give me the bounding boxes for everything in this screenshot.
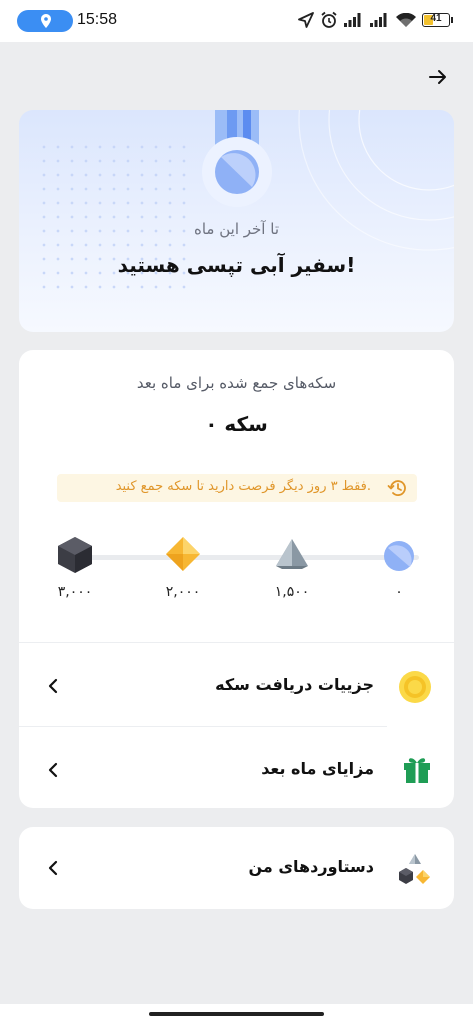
milestone-label: ۱,۵۰۰ [274,584,310,600]
my-achievements-row[interactable]: دستاوردهای من [19,838,454,898]
milestone-label: ۳,۰۰۰ [57,584,93,600]
chevron-left-icon [48,678,58,694]
blue-medal-icon [202,110,272,207]
time-left-notice: فقط ۳ روز دیگر فرصت دارید تا سکه جمع کنی… [57,474,417,502]
milestone-progress-track [79,555,419,560]
notice-text: فقط ۳ روز دیگر فرصت دارید تا سکه جمع کنی… [115,479,371,494]
history-clock-icon [387,480,406,496]
clock: 15:58 [77,11,118,28]
divider [19,726,387,727]
location-pill[interactable] [17,10,73,32]
battery-icon: 41 [422,13,450,27]
divider [19,642,454,643]
status-bar: 15:58 41 [0,0,473,42]
alarm-icon [321,11,337,28]
coin-details-label: جزییات دریافت سکه [215,675,374,694]
hero-subtitle: تا آخر این ماه [194,220,279,238]
hero-title: سفیر آبی تپسی هستید! [117,253,356,277]
milestone-label: ۰ [395,584,403,600]
gold-coin-icon [399,671,431,703]
coins-subtitle: سکه‌های جمع شده برای ماه بعد [136,374,337,392]
status-hero-card: تا آخر این ماه سفیر آبی تپسی هستید! [19,110,454,332]
dark-hexagon-badge-icon [58,537,92,573]
location-icon [41,14,51,28]
home-indicator[interactable] [149,1012,324,1016]
signal-icon [344,13,361,27]
navigation-arrow-icon [298,12,314,28]
coins-card: سکه‌های جمع شده برای ماه بعد ۰ سکه فقط ۳… [19,350,454,808]
badges-icon [399,854,430,884]
wifi-icon [396,12,416,27]
next-month-benefits-row[interactable]: مزایای ماه بعد [19,740,454,800]
arrow-right-icon[interactable] [427,66,449,88]
silver-pyramid-badge-icon [276,539,308,569]
battery-level: 41 [430,13,442,24]
next-month-benefits-label: مزایای ماه بعد [261,759,374,778]
chevron-left-icon [48,762,58,778]
coins-count: ۰ سکه [205,412,268,436]
coin-details-row[interactable]: جزییات دریافت سکه [19,656,454,716]
blue-circle-badge-icon [384,541,414,571]
my-achievements-card[interactable]: دستاوردهای من [19,827,454,909]
gift-icon [404,758,430,783]
milestone-label: ۲,۰۰۰ [165,584,201,600]
signal-icon [370,13,387,27]
my-achievements-label: دستاوردهای من [248,857,375,876]
battery-tip [451,17,453,23]
gold-diamond-badge-icon [166,537,200,571]
chevron-left-icon [48,860,58,876]
